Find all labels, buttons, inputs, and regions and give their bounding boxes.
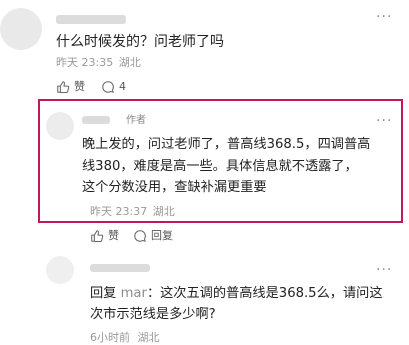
- like-label: 赞: [74, 80, 85, 93]
- author-tag: 作者: [126, 115, 146, 126]
- comment-time: 昨天 23:35: [56, 56, 114, 69]
- comment-text-line: 线380，难度是高一些。具体信息就不透露了，: [82, 159, 358, 174]
- comment-text: 什么时候发的？问老师了吗: [56, 34, 224, 50]
- username-blurred[interactable]: [90, 264, 150, 272]
- thumbs-up-icon: [90, 229, 104, 243]
- comment-text-line: 这个分数没用，查缺补漏更重要: [82, 180, 267, 195]
- comment-text-line: 次市示范线是多少啊?: [90, 307, 216, 322]
- avatar[interactable]: [46, 256, 74, 284]
- like-button[interactable]: 赞: [56, 80, 85, 94]
- like-button[interactable]: 赞: [90, 229, 119, 243]
- reply-prefix: 回复: [90, 286, 117, 301]
- comment-text-line: 晚上发的，问过老师了，普高线368.5，四调普高: [82, 137, 371, 152]
- comment-location: 湖北: [118, 56, 141, 69]
- reply-to-name[interactable]: mar: [121, 286, 147, 301]
- comment-location: 湖北: [152, 205, 175, 218]
- more-options-icon[interactable]: ···: [376, 263, 392, 277]
- username-blurred[interactable]: [82, 116, 110, 124]
- comment-time: 昨天 23:37: [90, 205, 148, 218]
- reply-count-button[interactable]: 4: [101, 80, 126, 94]
- like-label: 赞: [108, 229, 119, 242]
- username-blurred[interactable]: [56, 15, 126, 24]
- comment-meta: 昨天 23:35 湖北: [56, 56, 141, 70]
- comment-meta: 6小时前 湖北: [90, 331, 160, 345]
- reply-button[interactable]: 回复: [133, 229, 173, 243]
- thumbs-up-icon: [56, 80, 70, 94]
- avatar[interactable]: [46, 112, 74, 140]
- comment-location: 湖北: [137, 331, 160, 344]
- comment-bubble-icon: [133, 229, 147, 243]
- more-options-icon[interactable]: ···: [376, 114, 392, 128]
- reply-text: ：这次五调的普高线是368.5么，请问这: [146, 286, 383, 301]
- comment-bubble-icon: [101, 80, 115, 94]
- comment-text-line: 回复 mar：这次五调的普高线是368.5么，请问这: [90, 283, 383, 305]
- avatar[interactable]: [0, 8, 42, 50]
- comment-meta: 昨天 23:37 湖北: [90, 205, 175, 219]
- reply-count: 4: [119, 80, 126, 93]
- comment-time: 6小时前: [90, 331, 130, 344]
- more-options-icon[interactable]: ···: [376, 10, 392, 24]
- reply-label: 回复: [151, 229, 173, 242]
